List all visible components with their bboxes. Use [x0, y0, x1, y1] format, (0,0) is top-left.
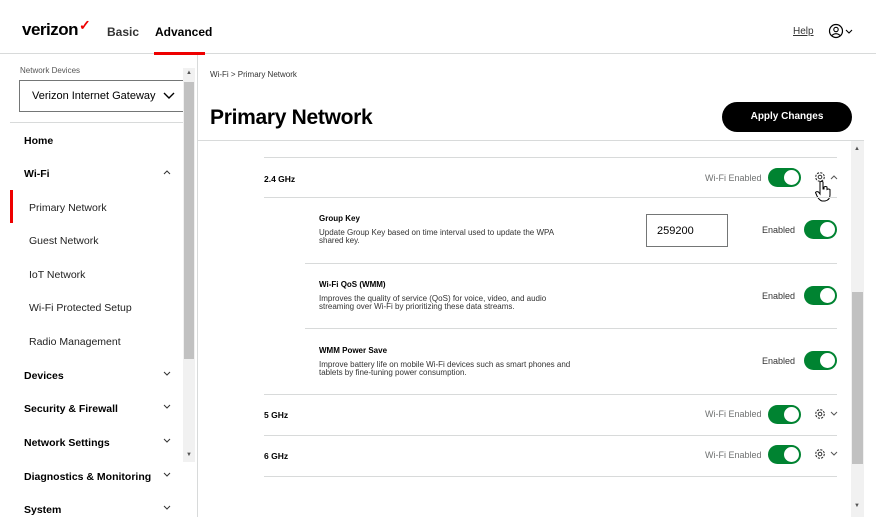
- wmm-power-save-status: Enabled: [762, 356, 796, 366]
- wmm-desc-2: streaming over Wi-Fi by prioritizing the…: [319, 302, 515, 311]
- wmm-title: Wi-Fi QoS (WMM): [319, 280, 386, 289]
- sidebar-item-label: System: [24, 504, 62, 516]
- sidebar-item-label: Radio Management: [29, 336, 121, 348]
- user-circle-icon: [828, 23, 853, 39]
- group-key-input[interactable]: 259200: [646, 214, 728, 247]
- user-menu-button[interactable]: [828, 23, 856, 41]
- band-5ghz-label: 5 GHz: [264, 410, 289, 420]
- chevron-down-icon: [163, 438, 171, 443]
- group-key-desc-1: Update Group Key based on time interval …: [319, 228, 555, 237]
- divider: [264, 157, 837, 158]
- band-5ghz-status: Wi-Fi Enabled: [705, 409, 762, 419]
- chevron-down-icon[interactable]: [830, 411, 838, 417]
- gear-icon[interactable]: [813, 407, 827, 421]
- chevron-down-icon[interactable]: [830, 451, 838, 457]
- sidebar-item-radio-management[interactable]: Radio Management: [10, 324, 183, 357]
- logo-check: ✓: [79, 17, 91, 33]
- chevron-down-icon: [163, 92, 175, 99]
- group-key-status: Enabled: [762, 225, 796, 235]
- logo-text: verizon: [22, 20, 79, 39]
- chevron-down-icon: [163, 404, 171, 409]
- sidebar-item-wps[interactable]: Wi-Fi Protected Setup: [10, 290, 183, 323]
- group-key-title: Group Key: [319, 214, 360, 223]
- device-select[interactable]: Verizon Internet Gateway: [19, 80, 186, 112]
- sidebar-item-label: Guest Network: [29, 235, 99, 247]
- sidebar-item-primary-network[interactable]: Primary Network: [10, 190, 183, 223]
- sidebar-item-label: Network Settings: [24, 437, 110, 449]
- sidebar-item-diagnostics[interactable]: Diagnostics & Monitoring: [10, 459, 183, 492]
- divider: [264, 435, 837, 436]
- band-6ghz-status: Wi-Fi Enabled: [705, 450, 762, 460]
- sidebar-item-label: Devices: [24, 370, 64, 382]
- divider: [264, 394, 837, 395]
- chevron-up-icon: [163, 170, 171, 175]
- device-select-value: Verizon Internet Gateway: [32, 90, 156, 102]
- sidebar-item-security-firewall[interactable]: Security & Firewall: [10, 391, 183, 424]
- band-24ghz-status: Wi-Fi Enabled: [705, 173, 762, 183]
- group-key-desc-2: shared key.: [319, 236, 360, 245]
- sidebar-item-label: Wi-Fi: [24, 168, 50, 180]
- sidebar-item-system[interactable]: System: [10, 492, 183, 517]
- divider: [305, 328, 837, 329]
- tab-basic[interactable]: Basic: [107, 25, 139, 39]
- sidebar-scroll-down-icon[interactable]: ▼: [186, 452, 192, 458]
- sidebar-item-home[interactable]: Home: [10, 123, 183, 156]
- content-scrollbar-thumb[interactable]: [852, 292, 863, 464]
- group-key-toggle[interactable]: [804, 220, 837, 239]
- band-24ghz-label: 2.4 GHz: [264, 174, 296, 184]
- sidebar-item-devices[interactable]: Devices: [10, 358, 183, 391]
- content-scroll-down-icon[interactable]: ▼: [854, 503, 860, 509]
- wmm-power-save-desc-2: tablets by fine-tuning power consumption…: [319, 368, 467, 377]
- tab-advanced[interactable]: Advanced: [155, 25, 212, 39]
- wmm-power-save-toggle[interactable]: [804, 351, 837, 370]
- sidebar-item-network-settings[interactable]: Network Settings: [10, 425, 183, 458]
- gear-icon[interactable]: [813, 447, 827, 461]
- sidebar-item-label: Primary Network: [29, 202, 107, 214]
- hand-cursor-icon: [814, 180, 831, 202]
- network-devices-label: Network Devices: [20, 66, 81, 75]
- divider: [264, 476, 837, 477]
- sidebar-item-label: Wi-Fi Protected Setup: [29, 302, 132, 314]
- divider: [305, 263, 837, 264]
- sidebar-item-label: IoT Network: [29, 269, 86, 281]
- apply-changes-button[interactable]: Apply Changes: [722, 102, 852, 132]
- content-scroll-up-icon[interactable]: ▲: [854, 146, 860, 152]
- wmm-power-save-title: WMM Power Save: [319, 346, 388, 355]
- band-6ghz-toggle[interactable]: [768, 445, 801, 464]
- sidebar-item-iot-network[interactable]: IoT Network: [10, 257, 183, 290]
- chevron-down-icon: [163, 505, 171, 510]
- page-title: Primary Network: [210, 106, 373, 129]
- chevron-down-icon: [163, 472, 171, 477]
- sidebar-item-wifi[interactable]: Wi-Fi: [10, 156, 183, 189]
- verizon-logo[interactable]: verizon✓: [22, 17, 91, 40]
- sidebar: Network Devices Verizon Internet Gateway…: [0, 55, 198, 517]
- sidebar-scrollbar-thumb[interactable]: [184, 82, 194, 359]
- sidebar-item-label: Security & Firewall: [24, 403, 118, 415]
- sidebar-item-label: Diagnostics & Monitoring: [24, 471, 152, 483]
- sidebar-item-label: Home: [24, 135, 54, 147]
- band-24ghz-toggle[interactable]: [768, 168, 801, 187]
- band-5ghz-toggle[interactable]: [768, 405, 801, 424]
- top-nav-bar: verizon✓ Basic Advanced Help: [0, 6, 876, 55]
- wmm-status: Enabled: [762, 291, 796, 301]
- divider: [264, 197, 837, 198]
- sidebar-item-guest-network[interactable]: Guest Network: [10, 223, 183, 256]
- wmm-toggle[interactable]: [804, 286, 837, 305]
- band-6ghz-label: 6 GHz: [264, 451, 289, 461]
- chevron-down-icon: [163, 371, 171, 376]
- help-link[interactable]: Help: [793, 26, 814, 37]
- breadcrumb[interactable]: Wi-Fi > Primary Network: [210, 70, 297, 79]
- app-root: verizon✓ Basic Advanced Help Network Dev…: [0, 0, 876, 517]
- sidebar-scroll-up-icon[interactable]: ▲: [186, 70, 192, 76]
